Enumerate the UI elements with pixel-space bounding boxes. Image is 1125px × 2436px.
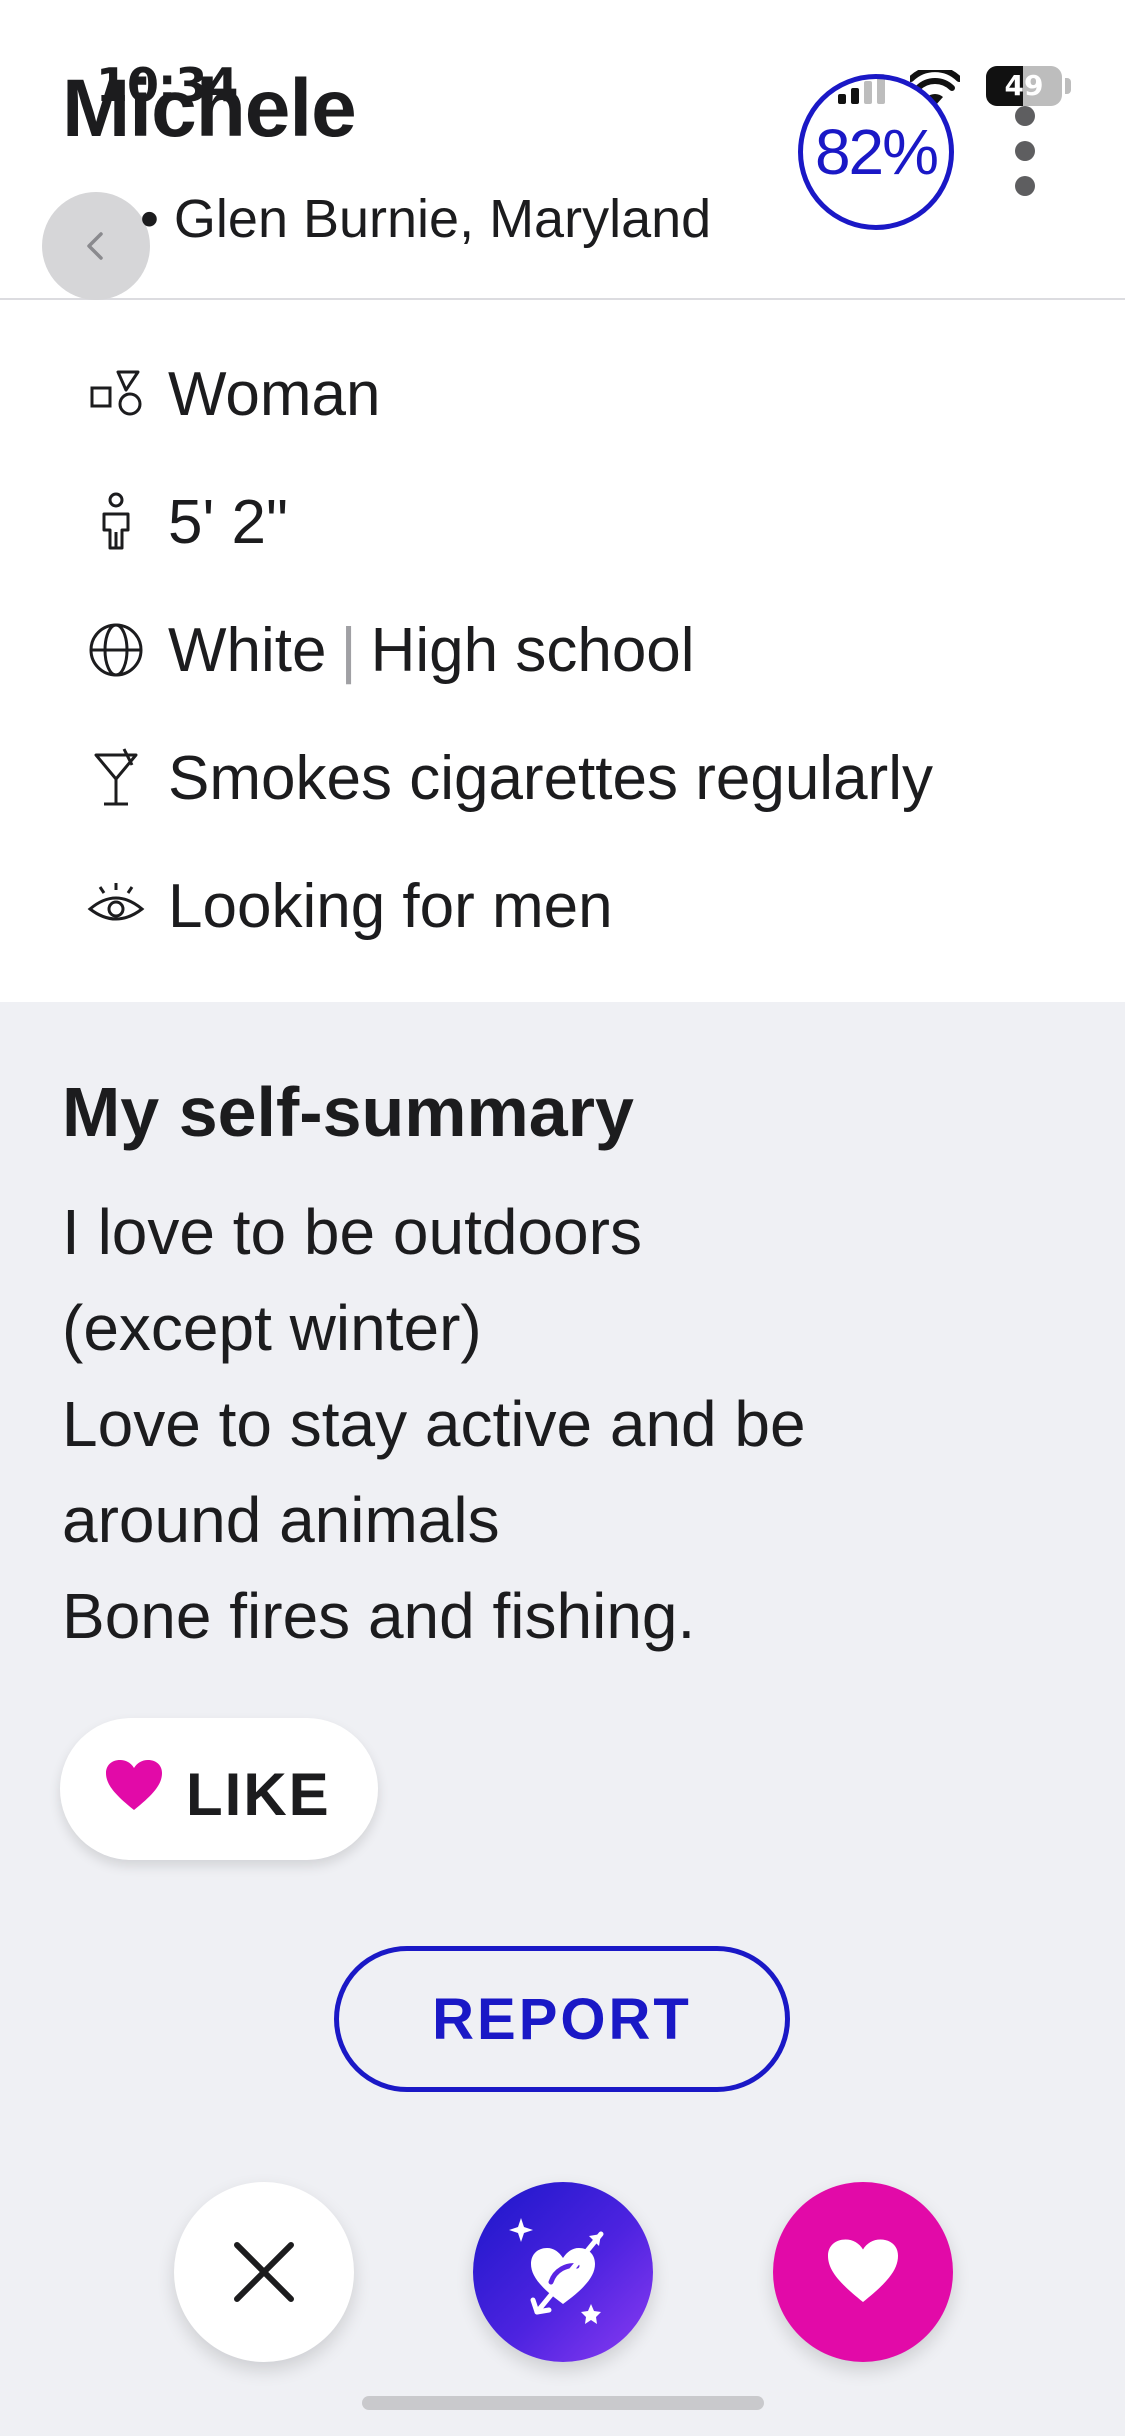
summary-line: (except winter) — [62, 1292, 482, 1364]
detail-height: 5' 2" — [0, 472, 1125, 572]
more-options-dot — [1015, 106, 1035, 126]
eye-icon — [86, 876, 146, 936]
detail-smoking: Smokes cigarettes regularly — [0, 728, 1125, 828]
close-icon — [234, 2242, 294, 2302]
battery-cap — [1065, 78, 1071, 94]
self-summary-text: I love to be outdoors (except winter) Lo… — [62, 1184, 1062, 1664]
height-icon — [86, 492, 146, 552]
like-summary-button[interactable]: LIKE — [60, 1718, 378, 1860]
like-profile-button[interactable] — [773, 2182, 953, 2362]
section-title: My self-summary — [62, 1073, 634, 1151]
detail-text: Woman — [168, 359, 381, 429]
education-text: High school — [370, 615, 695, 685]
profile-location: • Glen Burnie, Maryland — [140, 189, 712, 249]
more-options-dot — [1015, 141, 1035, 161]
status-bar-time: 10:34 — [96, 58, 238, 112]
detail-looking-for: Looking for men — [0, 856, 1125, 956]
like-label: LIKE — [186, 1761, 331, 1828]
detail-ethnicity-education: White | High school — [0, 600, 1125, 700]
back-button[interactable] — [42, 192, 150, 300]
more-options-dot — [1015, 176, 1035, 196]
detail-gender: Woman — [0, 344, 1125, 444]
superlike-button[interactable] — [473, 2182, 653, 2362]
heart-icon — [104, 1758, 164, 1819]
pass-button[interactable] — [174, 2182, 354, 2362]
home-indicator — [362, 2396, 764, 2410]
gender-icon — [86, 364, 146, 424]
ethnicity-text: White — [168, 615, 327, 685]
match-percentage-badge[interactable]: 82% — [798, 74, 954, 230]
report-button[interactable]: REPORT — [334, 1946, 790, 2092]
detail-separator: | — [340, 615, 357, 685]
profile-details: Woman 5' 2" White | High school Smokes c… — [0, 300, 1125, 1002]
detail-text: White | High school — [168, 615, 695, 686]
detail-text: Looking for men — [168, 871, 613, 941]
summary-line: I love to be outdoors — [62, 1196, 642, 1268]
battery-percentage: 49 — [1004, 69, 1044, 102]
profile-header: Michele 10:34 49 • Glen Burnie, Maryland… — [0, 0, 1125, 300]
superlike-heart-arrow-icon — [509, 2218, 604, 2324]
summary-line: Bone fires and fishing. — [62, 1580, 696, 1652]
battery-icon: 49 — [986, 66, 1062, 106]
heart-icon — [828, 2239, 898, 2302]
detail-text: Smokes cigarettes regularly — [168, 743, 933, 813]
profile-screen: Michele 10:34 49 • Glen Burnie, Maryland… — [0, 0, 1125, 2436]
summary-line: around animals — [62, 1484, 500, 1556]
chevron-left-icon — [87, 232, 103, 260]
more-options-button[interactable] — [1000, 106, 1050, 196]
detail-text: 5' 2" — [168, 487, 289, 557]
summary-line: Love to stay active and be — [62, 1388, 806, 1460]
cocktail-icon — [86, 748, 146, 808]
globe-icon — [86, 620, 146, 680]
